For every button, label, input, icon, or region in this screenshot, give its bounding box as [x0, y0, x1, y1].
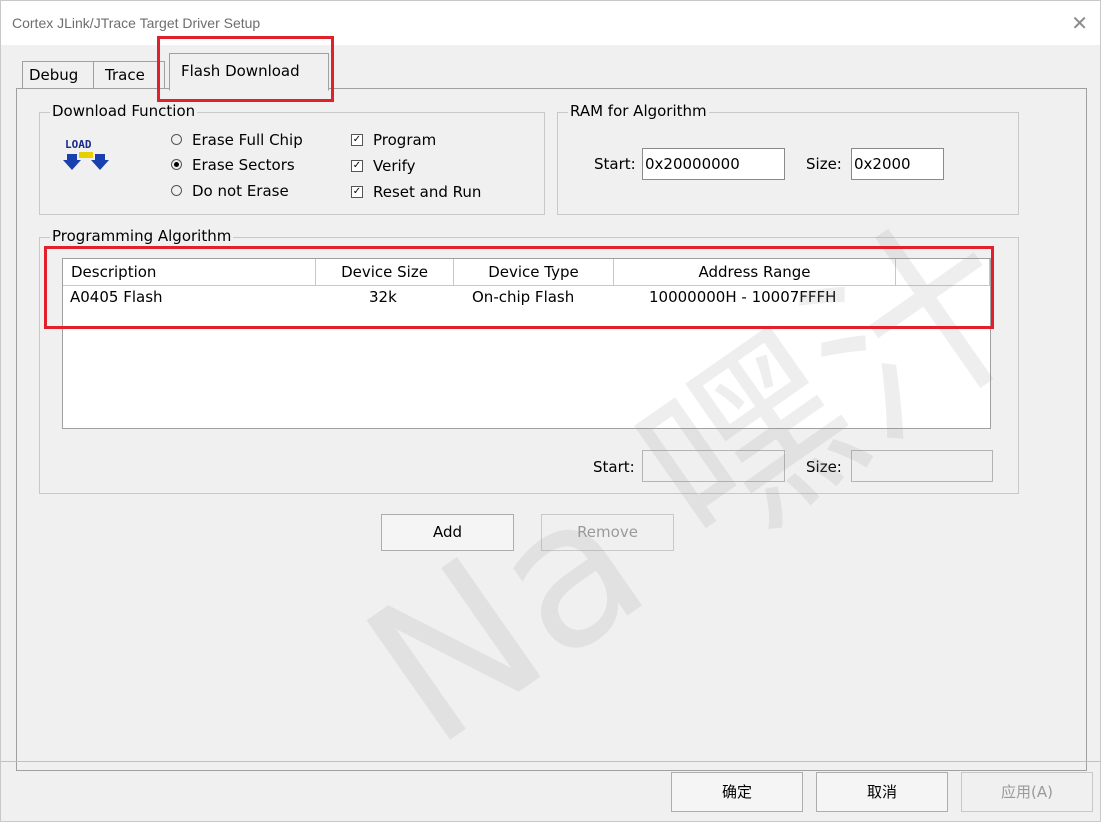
- close-icon[interactable]: ✕: [1071, 11, 1088, 35]
- checkbox-reset-and-run[interactable]: ✓ Reset and Run: [351, 183, 481, 201]
- checkbox-verify-control[interactable]: ✓: [351, 159, 363, 172]
- checkbox-verify[interactable]: ✓ Verify: [351, 157, 416, 175]
- download-function-legend: Download Function: [50, 102, 198, 120]
- column-device-size[interactable]: Device Size: [316, 259, 454, 286]
- programming-algorithm-legend: Programming Algorithm: [50, 227, 234, 245]
- radio-erase-sectors-control[interactable]: [171, 159, 182, 170]
- title-bar: Cortex JLink/JTrace Target Driver Setup …: [1, 1, 1100, 45]
- apply-button[interactable]: 应用(A): [961, 772, 1093, 812]
- row-device-type: On-chip Flash: [472, 288, 575, 306]
- column-device-type[interactable]: Device Type: [454, 259, 614, 286]
- checkbox-program-label: Program: [373, 131, 437, 149]
- tab-trace-label: Trace: [105, 66, 145, 84]
- tab-flash-download[interactable]: Flash Download: [169, 53, 329, 91]
- remove-button[interactable]: Remove: [541, 514, 674, 551]
- radio-erase-sectors[interactable]: Erase Sectors: [171, 156, 295, 174]
- ram-start-label: Start:: [594, 155, 636, 173]
- row-address-range: 10000000H - 10007FFFH: [649, 288, 837, 306]
- dialog-window: Cortex JLink/JTrace Target Driver Setup …: [0, 0, 1101, 822]
- algo-size-label: Size:: [806, 458, 842, 476]
- tab-trace[interactable]: Trace: [93, 61, 165, 88]
- radio-erase-full-chip-control[interactable]: [171, 134, 182, 145]
- checkbox-reset-and-run-label: Reset and Run: [373, 183, 482, 201]
- window-title: Cortex JLink/JTrace Target Driver Setup: [12, 15, 261, 31]
- algo-start-label: Start:: [593, 458, 635, 476]
- algorithm-list[interactable]: Description Device Size Device Type Addr…: [62, 258, 991, 429]
- algo-size-input[interactable]: [851, 450, 993, 482]
- algorithm-list-header: Description Device Size Device Type Addr…: [63, 259, 990, 286]
- column-description[interactable]: Description: [63, 259, 316, 286]
- tab-debug-label: Debug: [29, 66, 79, 84]
- svg-text:LOAD: LOAD: [65, 138, 92, 151]
- checkbox-program[interactable]: ✓ Program: [351, 131, 436, 149]
- ram-start-input[interactable]: 0x20000000: [642, 148, 785, 180]
- algo-start-input[interactable]: [642, 450, 785, 482]
- checkbox-reset-and-run-control[interactable]: ✓: [351, 185, 363, 198]
- table-row[interactable]: A0405 Flash 32k On-chip Flash 10000000H …: [63, 286, 990, 308]
- tab-debug[interactable]: Debug: [22, 61, 94, 88]
- ram-size-label: Size:: [806, 155, 842, 173]
- load-icon: LOAD: [63, 138, 109, 170]
- row-device-size: 32k: [369, 288, 397, 306]
- row-description: A0405 Flash: [70, 288, 163, 306]
- radio-do-not-erase-control[interactable]: [171, 185, 182, 196]
- tab-flash-download-label: Flash Download: [181, 62, 300, 80]
- radio-do-not-erase-label: Do not Erase: [192, 182, 289, 200]
- checkbox-program-control[interactable]: ✓: [351, 133, 363, 146]
- column-empty: [896, 259, 990, 286]
- column-address-range[interactable]: Address Range: [614, 259, 896, 286]
- checkbox-verify-label: Verify: [373, 157, 416, 175]
- ram-for-algorithm-legend: RAM for Algorithm: [568, 102, 709, 120]
- radio-erase-full-chip[interactable]: Erase Full Chip: [171, 131, 303, 149]
- cancel-button[interactable]: 取消: [816, 772, 948, 812]
- radio-do-not-erase[interactable]: Do not Erase: [171, 182, 289, 200]
- add-button[interactable]: Add: [381, 514, 514, 551]
- ok-button[interactable]: 确定: [671, 772, 803, 812]
- radio-erase-full-chip-label: Erase Full Chip: [192, 131, 303, 149]
- radio-erase-sectors-label: Erase Sectors: [192, 156, 295, 174]
- footer-divider: [1, 761, 1100, 762]
- ram-size-input[interactable]: 0x2000: [851, 148, 944, 180]
